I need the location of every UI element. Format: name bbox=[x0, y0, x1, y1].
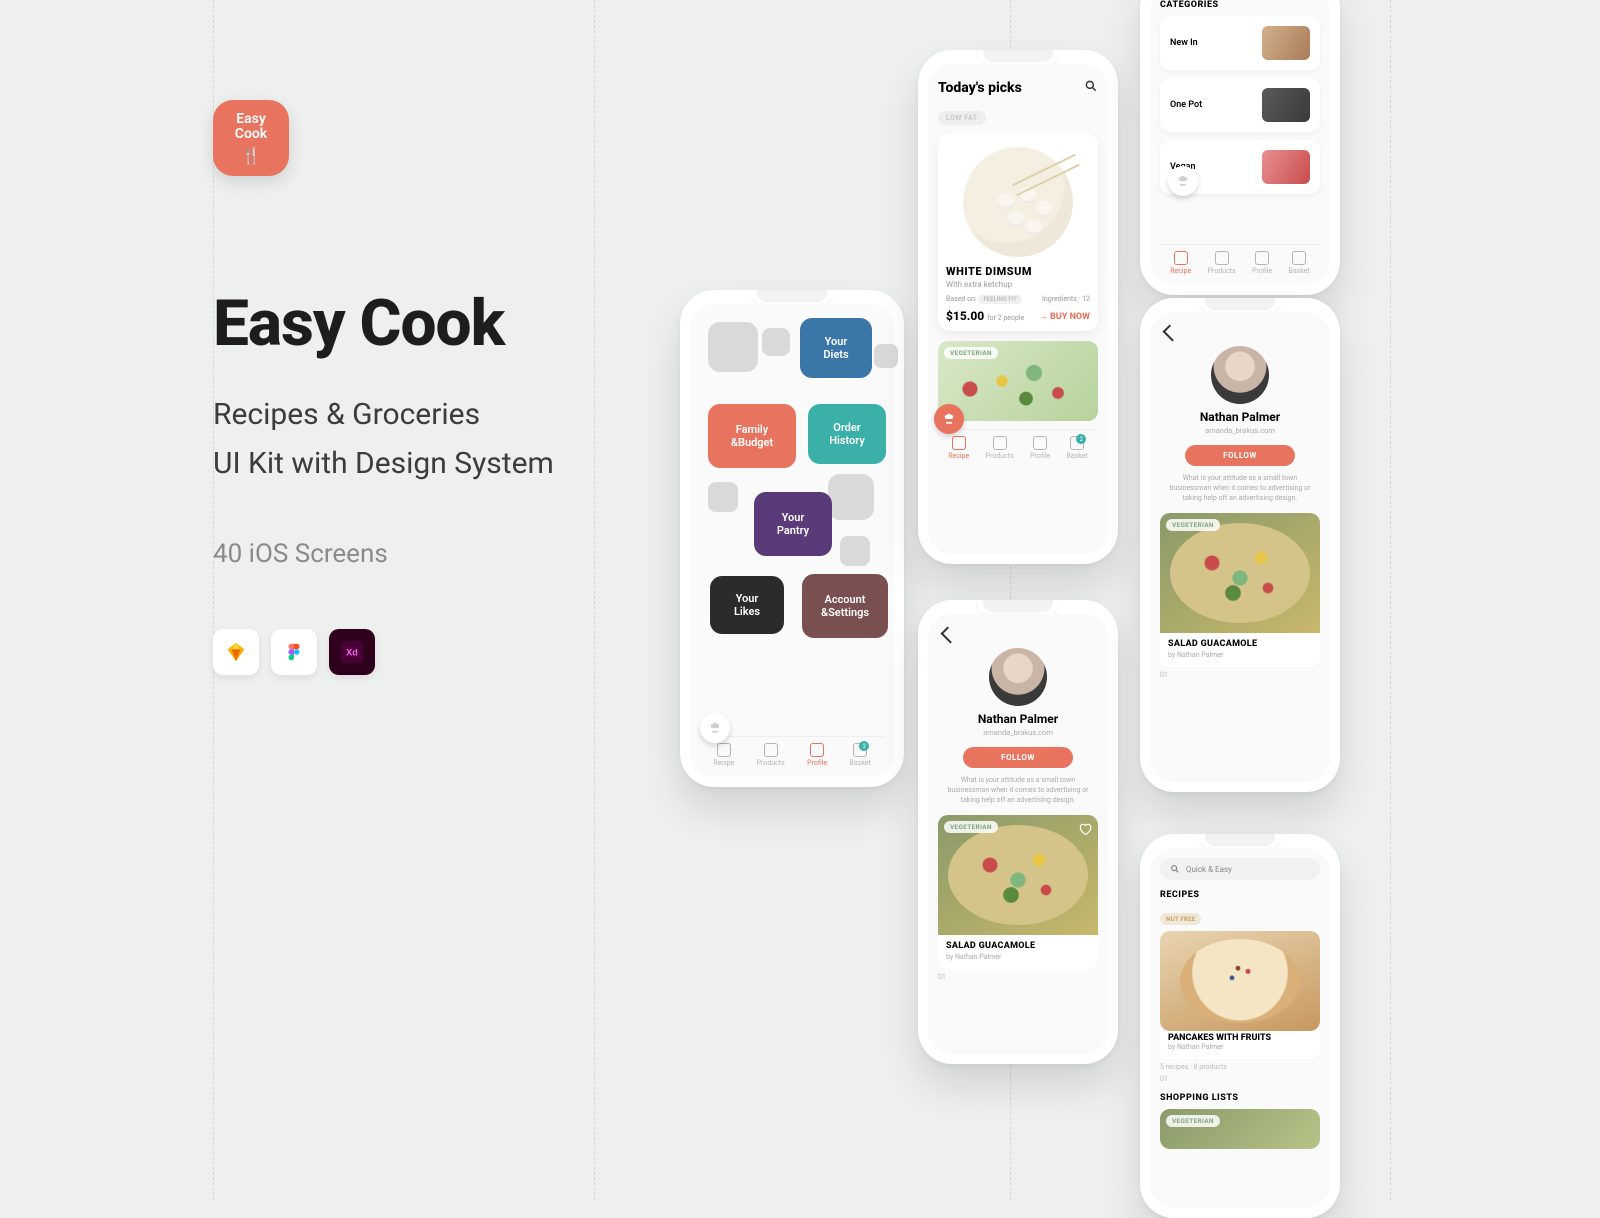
profile-bio: What is your attitude as a small town bu… bbox=[1160, 474, 1320, 503]
dish-image bbox=[963, 147, 1073, 257]
screens-count: 40 iOS Screens bbox=[213, 539, 633, 569]
app-icon: Easy Cook 🍴 bbox=[213, 100, 289, 176]
tab-products[interactable]: Products bbox=[986, 436, 1014, 460]
card-author: by Nathan Palmer bbox=[1168, 651, 1312, 659]
section-categories: CATEGORIES bbox=[1160, 0, 1320, 10]
tab-bar: Recipe Products Profile 2Basket bbox=[700, 736, 884, 769]
recipe-author: by Nathan Palmer bbox=[1168, 1043, 1312, 1051]
badge-vegeterian: VEGETERIAN bbox=[944, 347, 998, 359]
dish-title: WHITE DIMSUM bbox=[946, 265, 1090, 278]
category-one-pot[interactable]: One Pot bbox=[1160, 78, 1320, 132]
badge-vegeterian: VEGETERIAN bbox=[1166, 1115, 1220, 1127]
chef-hat-fab[interactable] bbox=[934, 404, 964, 434]
back-icon[interactable] bbox=[1160, 328, 1320, 338]
profile-name: Nathan Palmer bbox=[1160, 410, 1320, 424]
recipe-meta: 5 recipes · 8 products bbox=[1160, 1063, 1320, 1071]
tab-recipe[interactable]: Recipe bbox=[713, 743, 734, 767]
page-indicator: 01 bbox=[938, 973, 1098, 981]
tile-order-history[interactable]: Order History bbox=[808, 404, 886, 464]
section-shopping: SHOPPING LISTS bbox=[1160, 1093, 1320, 1103]
tab-bar: Recipe Products Profile Basket bbox=[1160, 244, 1320, 277]
badge-vegeterian: VEGETERIAN bbox=[944, 821, 998, 833]
badge-low-fat: LOW FAT bbox=[938, 111, 986, 125]
chef-hat-icon[interactable] bbox=[700, 713, 730, 743]
avatar bbox=[989, 648, 1047, 706]
recipe-image[interactable]: VEGETERIAN bbox=[938, 341, 1098, 421]
tab-recipe[interactable]: Recipe bbox=[1170, 251, 1191, 275]
card-author: by Nathan Palmer bbox=[946, 953, 1090, 961]
recipe-card[interactable]: VEGETERIAN SALAD GUACAMOLE by Nathan Pal… bbox=[938, 815, 1098, 969]
section-recipes: RECIPES bbox=[1160, 890, 1320, 900]
subtitle-1: Recipes & Groceries bbox=[213, 397, 633, 432]
marketing-panel: Easy Cook 🍴 Easy Cook Recipes & Grocerie… bbox=[213, 100, 633, 675]
tile-blank bbox=[840, 536, 870, 566]
tile-blank bbox=[874, 344, 898, 368]
phone-profile: Nathan Palmer amanda_brakus.com FOLLOW W… bbox=[918, 600, 1118, 1064]
phone-profile-2: Nathan Palmer amanda_brakus.com FOLLOW W… bbox=[1140, 298, 1340, 792]
figma-icon bbox=[271, 629, 317, 675]
tab-basket[interactable]: 2Basket bbox=[850, 743, 871, 767]
picks-title: Today's picks bbox=[938, 80, 1022, 96]
search-icon[interactable] bbox=[1084, 78, 1098, 97]
svg-text:Xd: Xd bbox=[346, 648, 358, 658]
tab-products[interactable]: Products bbox=[1208, 251, 1236, 275]
tab-basket[interactable]: 2Basket bbox=[1067, 436, 1088, 460]
dish-subtitle: With extra ketchup bbox=[946, 280, 1090, 289]
buy-now-link[interactable]: → BUY NOW bbox=[1039, 311, 1090, 322]
profile-email: amanda_brakus.com bbox=[938, 728, 1098, 737]
heart-icon[interactable] bbox=[1078, 821, 1092, 835]
avatar bbox=[1211, 346, 1269, 404]
profile-bio: What is your attitude as a small town bu… bbox=[938, 776, 1098, 805]
tile-blank bbox=[708, 482, 738, 512]
tile-your-diets[interactable]: Your Diets bbox=[800, 318, 872, 378]
phone-todays-picks: Today's picks LOW FAT WHITE DIMSUM With … bbox=[918, 50, 1118, 564]
tab-products[interactable]: Products bbox=[757, 743, 785, 767]
search-placeholder: Quick & Easy bbox=[1186, 865, 1232, 874]
chef-hat-icon[interactable] bbox=[1168, 166, 1198, 196]
tile-your-likes[interactable]: Your Likes bbox=[710, 576, 784, 634]
app-icon-line1: Easy bbox=[236, 112, 266, 127]
page-title: Easy Cook bbox=[213, 286, 633, 361]
phone-search: Quick & Easy RECIPES NUT FREE PANCAKES W… bbox=[1140, 834, 1340, 1218]
xd-icon: Xd bbox=[329, 629, 375, 675]
profile-name: Nathan Palmer bbox=[938, 712, 1098, 726]
price: $15.00 for 2 people bbox=[946, 309, 1024, 323]
sketch-icon bbox=[213, 629, 259, 675]
tool-icons: Xd bbox=[213, 629, 633, 675]
ingredients-count: Ingredients · 12 bbox=[1042, 295, 1090, 303]
tile-blank bbox=[828, 474, 874, 520]
tab-profile[interactable]: Profile bbox=[807, 743, 827, 767]
phone-profile-tiles: Your Diets Family &Budget Order History … bbox=[680, 290, 904, 787]
app-icon-line2: Cook bbox=[235, 127, 267, 142]
profile-email: amanda_brakus.com bbox=[1160, 426, 1320, 435]
tile-blank bbox=[762, 328, 790, 356]
page-indicator: 01 bbox=[1160, 671, 1320, 679]
tile-blank bbox=[708, 322, 758, 372]
tab-recipe[interactable]: Recipe bbox=[948, 436, 969, 460]
badge-nut-free: NUT FREE bbox=[1160, 913, 1201, 925]
back-icon[interactable] bbox=[938, 630, 1098, 640]
subtitle-2: UI Kit with Design System bbox=[213, 446, 633, 481]
card-title: SALAD GUACAMOLE bbox=[946, 941, 1090, 951]
tab-profile[interactable]: Profile bbox=[1030, 436, 1050, 460]
tile-your-pantry[interactable]: Your Pantry bbox=[754, 492, 832, 556]
tab-basket[interactable]: Basket bbox=[1289, 251, 1310, 275]
recipe-title: PANCAKES WITH FRUITS bbox=[1168, 1033, 1312, 1043]
fork-spoon-icon: 🍴 bbox=[241, 147, 261, 165]
search-input[interactable]: Quick & Easy bbox=[1160, 858, 1320, 880]
recipe-card[interactable]: VEGETERIAN SALAD GUACAMOLE by Nathan Pal… bbox=[1160, 513, 1320, 667]
tile-family-budget[interactable]: Family &Budget bbox=[708, 404, 796, 468]
recipe-image[interactable] bbox=[1160, 931, 1320, 1031]
category-new-in[interactable]: New In bbox=[1160, 16, 1320, 70]
badge-vegeterian: VEGETERIAN bbox=[1166, 519, 1220, 531]
pick-card[interactable]: WHITE DIMSUM With extra ketchup Based on… bbox=[938, 133, 1098, 331]
follow-button[interactable]: FOLLOW bbox=[1185, 445, 1295, 466]
tile-account-settings[interactable]: Account &Settings bbox=[802, 574, 888, 638]
page-indicator: 01 bbox=[1160, 1075, 1168, 1083]
follow-button[interactable]: FOLLOW bbox=[963, 747, 1073, 768]
tab-profile[interactable]: Profile bbox=[1252, 251, 1272, 275]
phone-categories: CATEGORIES New In One Pot Vegan Recipe P… bbox=[1140, 0, 1340, 295]
card-title: SALAD GUACAMOLE bbox=[1168, 639, 1312, 649]
tab-bar: Recipe Products Profile 2Basket bbox=[938, 429, 1098, 462]
